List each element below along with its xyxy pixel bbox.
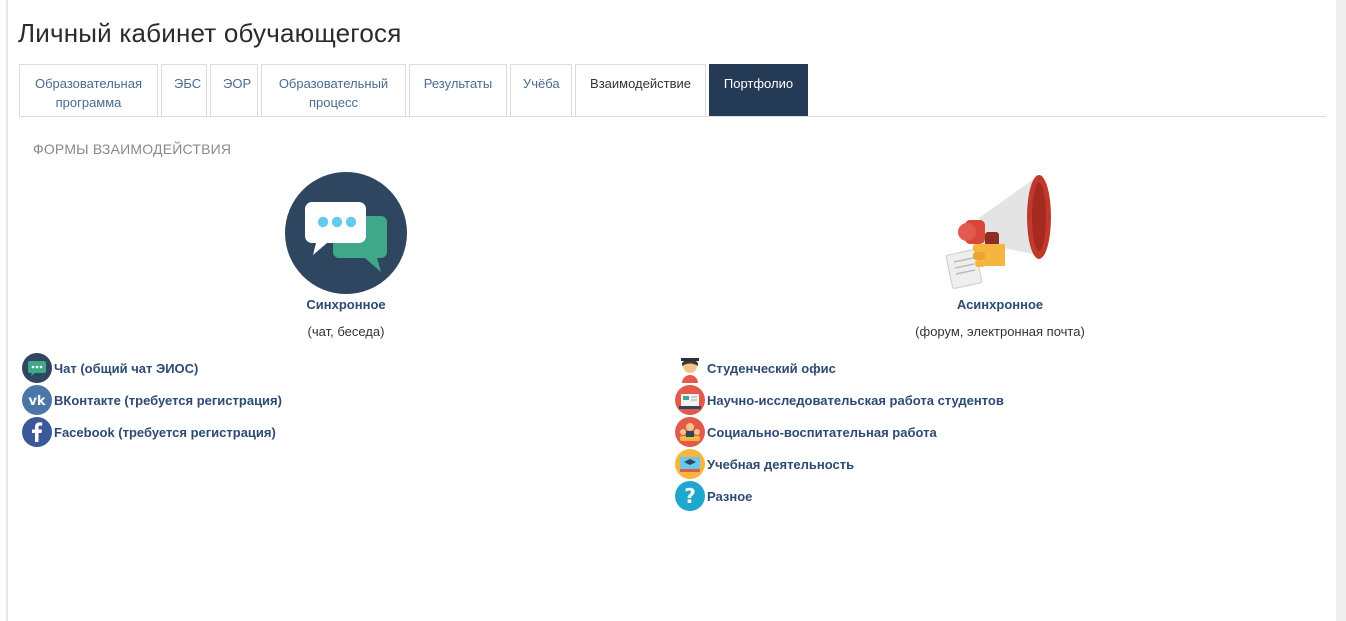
async-link[interactable]: Асинхронное [900, 297, 1100, 312]
chat-icon [22, 353, 52, 383]
study-icon [675, 449, 705, 479]
tab-results[interactable]: Результаты [409, 64, 507, 116]
tab-eor[interactable]: ЭОР [210, 64, 258, 116]
tab-educational-process[interactable]: Образовательный процесс [261, 64, 406, 116]
tab-study[interactable]: Учёба [510, 64, 572, 116]
sync-link[interactable]: Синхронное [246, 297, 446, 312]
sync-subtitle: (чат, беседа) [307, 324, 385, 339]
list-item[interactable]: Студенческий офис [675, 352, 1004, 384]
tabs-divider [19, 116, 1326, 117]
research-link[interactable]: Научно-исследовательская работа студенто… [707, 393, 1004, 408]
question-icon: ? [675, 481, 705, 511]
social-work-link[interactable]: Социально-воспитательная работа [707, 425, 937, 440]
list-item[interactable]: ? Разное [675, 480, 1004, 512]
tab-bar: Образовательная программа ЭБС ЭОР Образо… [19, 64, 811, 116]
right-scrollbar-track[interactable] [1336, 0, 1346, 621]
list-item[interactable]: Чат (общий чат ЭИОС) [22, 352, 282, 384]
svg-text:?: ? [684, 484, 696, 508]
social-work-icon [675, 417, 705, 447]
megaphone-icon[interactable] [945, 170, 1055, 292]
student-office-icon [681, 358, 699, 383]
list-item[interactable]: Социально-воспитательная работа [675, 416, 1004, 448]
list-item[interactable]: Научно-исследовательская работа студенто… [675, 384, 1004, 416]
tab-educational-program[interactable]: Образовательная программа [19, 64, 158, 116]
study-link[interactable]: Учебная деятельность [707, 457, 854, 472]
vk-icon: vk [22, 385, 52, 415]
misc-link[interactable]: Разное [707, 489, 752, 504]
page-title: Личный кабинет обучающегося [18, 18, 402, 48]
facebook-link[interactable]: Facebook (требуется регистрация) [54, 425, 276, 440]
section-title: ФОРМЫ ВЗАИМОДЕЙСТВИЯ [33, 141, 232, 157]
student-office-link[interactable]: Студенческий офис [707, 361, 836, 376]
list-item[interactable]: Учебная деятельность [675, 448, 1004, 480]
async-subtitle: (форум, электронная почта) [915, 324, 1085, 339]
tab-interaction[interactable]: Взаимодействие [575, 64, 706, 116]
facebook-icon [22, 417, 52, 447]
list-item[interactable]: Facebook (требуется регистрация) [22, 416, 282, 448]
vk-link[interactable]: ВКонтакте (требуется регистрация) [54, 393, 282, 408]
tab-portfolio[interactable]: Портфолио [709, 64, 808, 116]
svg-text:vk: vk [28, 394, 45, 409]
chat-bubbles-icon[interactable] [285, 172, 407, 294]
left-border [6, 0, 8, 621]
chat-link[interactable]: Чат (общий чат ЭИОС) [54, 361, 198, 376]
sync-links-list: Чат (общий чат ЭИОС) vk ВКонтакте (требу… [22, 352, 282, 448]
research-icon [675, 385, 705, 415]
tab-ebs[interactable]: ЭБС [161, 64, 207, 116]
async-links-list: Студенческий офис Научно-исследовательск… [675, 352, 1004, 512]
list-item[interactable]: vk ВКонтакте (требуется регистрация) [22, 384, 282, 416]
